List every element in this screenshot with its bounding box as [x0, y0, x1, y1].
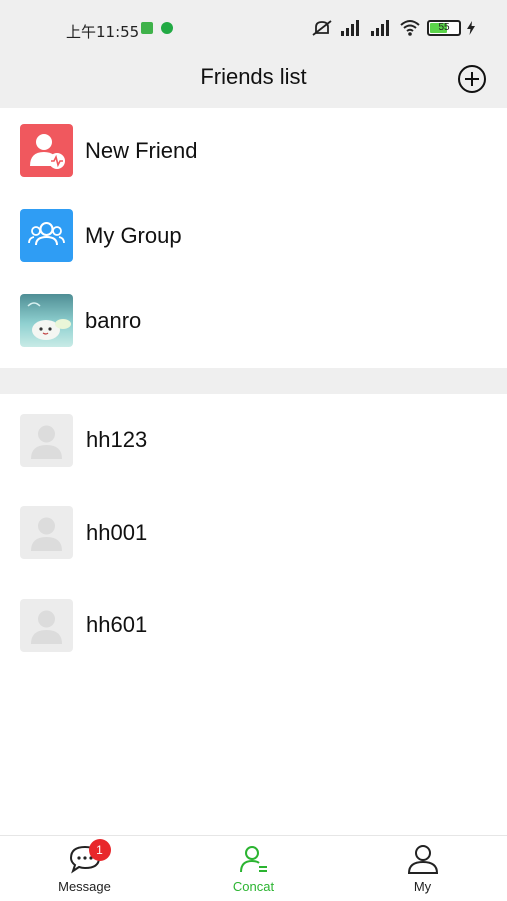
- status-indicators: 55: [311, 19, 475, 37]
- tab-message[interactable]: 1 Message: [0, 836, 169, 901]
- new-friend-label: New Friend: [85, 137, 198, 163]
- my-group-label: My Group: [85, 222, 182, 248]
- tab-concat[interactable]: Concat: [169, 836, 338, 901]
- profile-icon: [407, 845, 438, 874]
- status-bar: 上午11:55 55: [0, 0, 507, 58]
- status-app-icons: [141, 22, 173, 34]
- default-avatar-icon: [20, 598, 73, 652]
- section-divider: [0, 368, 507, 394]
- mute-icon: [312, 20, 332, 36]
- battery-icon: 55: [427, 20, 461, 36]
- charging-icon: [467, 21, 475, 35]
- hd-signal-icon: [341, 20, 359, 36]
- new-friend-row[interactable]: New Friend: [0, 108, 507, 193]
- friend-row[interactable]: hh601: [0, 579, 507, 672]
- friends-list: hh123 hh001 hh601: [0, 394, 507, 672]
- shortcut-list: New Friend My Group banro: [0, 108, 507, 363]
- status-time: 上午11:55: [66, 23, 140, 41]
- banro-avatar: [20, 294, 73, 347]
- tab-my-label: My: [413, 879, 432, 894]
- friend-name: hh601: [86, 612, 148, 638]
- default-avatar-icon: [20, 413, 73, 467]
- friend-row[interactable]: hh001: [0, 487, 507, 580]
- wifi-icon: [400, 20, 420, 36]
- page-title: Friends list: [200, 64, 307, 89]
- bottom-tab-bar: 1 Message Concat My: [0, 835, 507, 901]
- battery-text: 55: [438, 22, 450, 33]
- wechat-app-icon: [161, 22, 173, 34]
- default-avatar-icon: [20, 506, 73, 560]
- app-header: Friends list: [0, 58, 507, 108]
- my-group-row[interactable]: My Group: [0, 193, 507, 278]
- tab-message-label: Message: [58, 879, 111, 894]
- friend-name: hh001: [86, 519, 148, 545]
- signal-icon: [371, 20, 389, 36]
- contacts-icon: [239, 846, 267, 873]
- notification-app-icon: [141, 22, 153, 34]
- friend-row[interactable]: hh123: [0, 394, 507, 487]
- unread-badge: 1: [88, 839, 111, 861]
- group-icon: [20, 209, 73, 262]
- friend-name: hh123: [86, 427, 148, 453]
- tab-concat-label: Concat: [232, 879, 275, 894]
- tab-my[interactable]: My: [338, 836, 507, 901]
- add-friend-button[interactable]: [457, 64, 487, 94]
- banro-row[interactable]: banro: [0, 278, 507, 363]
- user-heartbeat-icon: [20, 124, 73, 177]
- banro-label: banro: [85, 307, 142, 333]
